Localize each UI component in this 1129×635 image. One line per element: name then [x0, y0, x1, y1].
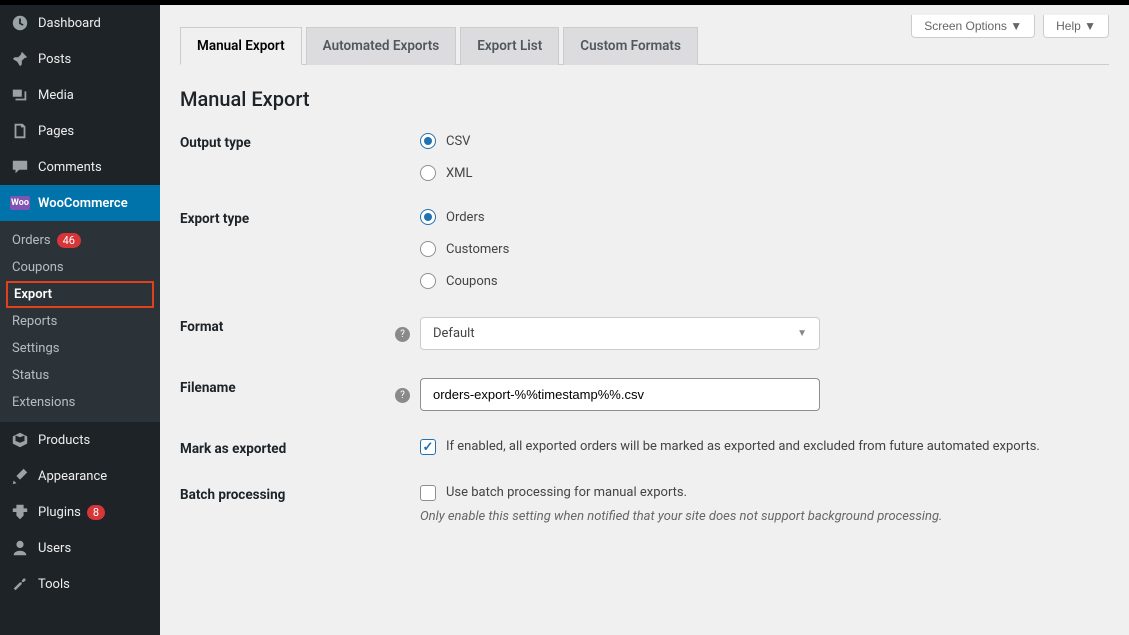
- submenu-item-status[interactable]: Status: [0, 362, 160, 389]
- submenu-item-extensions[interactable]: Extensions: [0, 389, 160, 416]
- user-icon: [10, 538, 30, 558]
- brush-icon: [10, 466, 30, 486]
- submenu-item-reports[interactable]: Reports: [0, 308, 160, 335]
- sidebar-item-appearance[interactable]: Appearance: [0, 458, 160, 494]
- batch-label: Batch processing: [180, 485, 395, 503]
- sidebar-item-comments[interactable]: Comments: [0, 149, 160, 185]
- tab-custom-formats[interactable]: Custom Formats: [563, 27, 698, 65]
- sidebar-label: Users: [38, 541, 71, 556]
- radio-icon: [420, 273, 436, 289]
- export-type-coupons[interactable]: Coupons: [420, 273, 1109, 289]
- tab-automated-exports[interactable]: Automated Exports: [306, 27, 457, 65]
- screen-meta: Screen Options ▼ Help ▼: [911, 15, 1109, 38]
- sidebar-item-pages[interactable]: Pages: [0, 113, 160, 149]
- sidebar-label: Posts: [38, 52, 71, 67]
- batch-desc: Use batch processing for manual exports.: [446, 485, 687, 500]
- export-type-customers[interactable]: Customers: [420, 241, 1109, 257]
- sidebar-label: Pages: [38, 124, 74, 139]
- submenu-item-coupons[interactable]: Coupons: [0, 254, 160, 281]
- sidebar-item-plugins[interactable]: Plugins 8: [0, 494, 160, 530]
- submenu-item-export[interactable]: Export: [6, 281, 154, 308]
- submenu-item-orders[interactable]: Orders 46: [0, 227, 160, 254]
- sidebar-label: WooCommerce: [38, 196, 128, 211]
- sidebar-label: Comments: [38, 160, 102, 175]
- page-heading: Manual Export: [180, 87, 1109, 111]
- batch-checkbox[interactable]: [420, 485, 436, 501]
- sidebar-label: Plugins: [38, 505, 81, 520]
- plugin-icon: [10, 502, 30, 522]
- sidebar-item-users[interactable]: Users: [0, 530, 160, 566]
- filename-label: Filename: [180, 378, 395, 396]
- radio-icon: [420, 133, 436, 149]
- page-icon: [10, 121, 30, 141]
- batch-note: Only enable this setting when notified t…: [420, 509, 1109, 524]
- output-type-xml[interactable]: XML: [420, 165, 1109, 181]
- sidebar-label: Dashboard: [38, 16, 101, 31]
- filename-input[interactable]: [420, 378, 820, 411]
- radio-icon: [420, 241, 436, 257]
- tab-export-list[interactable]: Export List: [460, 27, 559, 65]
- sidebar-item-woocommerce[interactable]: Woo WooCommerce: [0, 185, 160, 221]
- pin-icon: [10, 49, 30, 69]
- sidebar-item-posts[interactable]: Posts: [0, 41, 160, 77]
- export-type-orders[interactable]: Orders: [420, 209, 1109, 225]
- chevron-down-icon: ▼: [797, 328, 807, 339]
- radio-icon: [420, 209, 436, 225]
- help-button[interactable]: Help ▼: [1043, 15, 1109, 38]
- orders-count-badge: 46: [57, 233, 81, 248]
- mark-exported-checkbox[interactable]: [420, 439, 436, 455]
- sidebar-item-products[interactable]: Products: [0, 422, 160, 458]
- media-icon: [10, 85, 30, 105]
- sidebar-label: Appearance: [38, 469, 107, 484]
- radio-icon: [420, 165, 436, 181]
- export-type-label: Export type: [180, 209, 395, 227]
- screen-options-button[interactable]: Screen Options ▼: [911, 15, 1035, 38]
- help-icon[interactable]: ?: [395, 327, 410, 342]
- sidebar-item-dashboard[interactable]: Dashboard: [0, 5, 160, 41]
- help-icon[interactable]: ?: [395, 388, 410, 403]
- tab-manual-export[interactable]: Manual Export: [180, 27, 302, 65]
- mark-exported-desc: If enabled, all exported orders will be …: [446, 439, 1040, 454]
- products-icon: [10, 430, 30, 450]
- dashboard-icon: [10, 13, 30, 33]
- output-type-label: Output type: [180, 133, 395, 151]
- comment-icon: [10, 157, 30, 177]
- wrench-icon: [10, 574, 30, 594]
- plugins-count-badge: 8: [87, 505, 105, 520]
- format-select[interactable]: Default ▼: [420, 317, 820, 350]
- sidebar-label: Products: [38, 433, 90, 448]
- woocommerce-icon: Woo: [10, 193, 30, 213]
- submenu-item-settings[interactable]: Settings: [0, 335, 160, 362]
- mark-exported-label: Mark as exported: [180, 439, 395, 457]
- format-label: Format: [180, 317, 395, 335]
- sidebar-label: Media: [38, 88, 74, 103]
- sidebar-item-tools[interactable]: Tools: [0, 566, 160, 602]
- main-content: Screen Options ▼ Help ▼ Manual Export Au…: [160, 5, 1129, 635]
- woocommerce-submenu: Orders 46 Coupons Export Reports Setting…: [0, 221, 160, 422]
- sidebar-item-media[interactable]: Media: [0, 77, 160, 113]
- admin-sidebar: Dashboard Posts Media Pages Comments Woo…: [0, 5, 160, 635]
- sidebar-label: Tools: [38, 577, 70, 592]
- output-type-csv[interactable]: CSV: [420, 133, 1109, 149]
